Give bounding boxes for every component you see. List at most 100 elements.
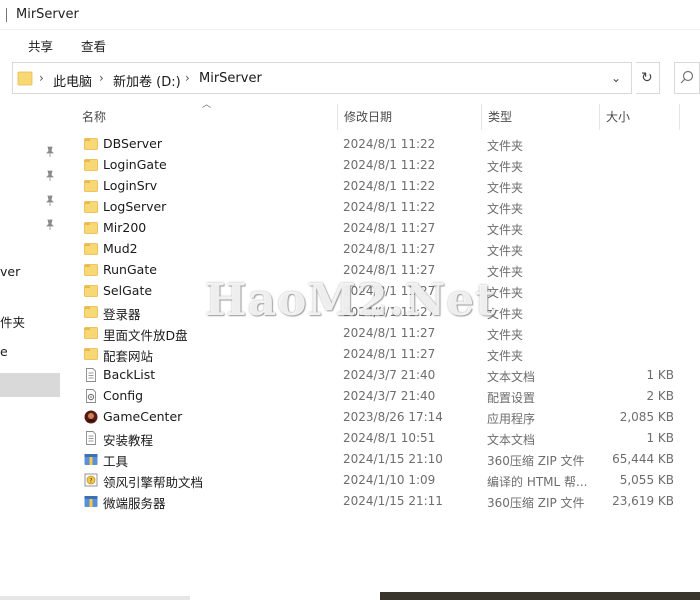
column-header-size[interactable]: 大小 [600,104,680,128]
file-size: 2,085 KB [619,410,674,424]
file-type: 文本文档 [487,433,536,447]
table-row[interactable]: 工具 2024/1/15 21:10 360压缩 ZIP 文件 65,444 KB [76,449,700,470]
file-type: 文件夹 [487,328,524,342]
tab-share[interactable]: 共享 [28,36,53,55]
search-input[interactable] [674,62,700,94]
table-row[interactable]: 配套网站 2024/8/1 11:27 文件夹 [76,344,700,365]
modified-date: 2024/3/7 21:40 [343,389,436,403]
table-row[interactable]: DBServer 2024/8/1 11:22 文件夹 [76,134,700,155]
file-name: DBServer [103,136,162,151]
nav-selected-item[interactable] [0,373,60,397]
column-header-name[interactable]: 名称 [76,104,338,128]
folder-icon [84,264,98,276]
file-type: 文件夹 [487,349,524,363]
folder-icon [84,243,98,255]
title-separator [6,8,7,22]
table-row[interactable]: LogServer 2024/8/1 11:22 文件夹 [76,197,700,218]
title-bar: MirServer [0,0,700,30]
watermark: HaoM2.Net [205,275,497,326]
file-name: Mir200 [103,220,147,235]
file-size: 1 KB [646,431,674,445]
column-header-date[interactable]: 修改日期 [338,104,482,128]
file-name: RunGate [103,262,157,277]
file-type: 编译的 HTML 帮... [487,475,588,489]
modified-date: 2024/8/1 11:27 [343,242,436,256]
modified-date: 2024/1/15 21:11 [343,494,443,508]
table-row[interactable]: BackList 2024/3/7 21:40 文本文档 1 KB [76,365,700,386]
table-row[interactable]: 安装教程 2024/8/1 10:51 文本文档 1 KB [76,428,700,449]
table-row[interactable]: Config 2024/3/7 21:40 配置设置 2 KB [76,386,700,407]
pin-icon[interactable] [44,170,56,182]
table-row[interactable]: Mud2 2024/8/1 11:27 文件夹 [76,239,700,260]
pin-icon[interactable] [44,146,56,158]
modified-date: 2024/8/1 11:22 [343,200,436,214]
chm-icon: ? [84,473,98,487]
file-size: 2 KB [646,389,674,403]
nav-item-fragment[interactable]: 件夹 [0,312,25,331]
folder-icon [84,327,98,339]
column-divider[interactable] [679,104,680,130]
chevron-right-icon: › [99,71,104,85]
modified-date: 2024/1/10 1:09 [343,473,436,487]
folder-icon [84,180,98,192]
file-name: 领风引擎帮助文档 [103,475,204,490]
modified-date: 2024/8/1 11:22 [343,137,436,151]
folder-icon [84,138,98,150]
file-name: GameCenter [103,409,183,424]
pin-icon[interactable] [44,195,56,207]
modified-date: 2024/8/1 11:27 [343,347,436,361]
file-size: 65,444 KB [612,452,674,466]
modified-date: 2023/8/26 17:14 [343,410,443,424]
folder-icon [84,201,98,213]
table-row[interactable]: GameCenter 2023/8/26 17:14 应用程序 2,085 KB [76,407,700,428]
nav-item-fragment[interactable]: ver [0,264,20,279]
file-type: 应用程序 [487,412,536,426]
file-name: 工具 [103,454,129,469]
text-file-icon [86,431,96,445]
ribbon: 共享 查看 [0,30,700,58]
file-type: 文件夹 [487,181,524,195]
breadcrumb-this-pc[interactable]: 此电脑 [53,71,92,90]
refresh-icon: ↻ [641,70,653,86]
chevron-right-icon: › [39,71,44,85]
modified-date: 2024/8/1 11:27 [343,326,436,340]
file-name: 登录器 [103,307,141,322]
address-bar[interactable]: › 此电脑 › 新加卷 (D:) › MirServer ⌄ [12,62,632,94]
file-type: 文件夹 [487,244,524,258]
file-name: LoginGate [103,157,167,172]
file-type: 配置设置 [487,391,536,405]
file-type: 文件夹 [487,202,524,216]
zip-icon [84,496,98,507]
modified-date: 2024/3/7 21:40 [343,368,436,382]
table-row[interactable]: ? 领风引擎帮助文档 2024/1/10 1:09 编译的 HTML 帮... 5,05… [76,470,700,491]
table-row[interactable]: 里面文件放D盘 2024/8/1 11:27 文件夹 [76,323,700,344]
address-row: › 此电脑 › 新加卷 (D:) › MirServer ⌄ ↻ [0,58,700,98]
modified-date: 2024/8/1 11:27 [343,221,436,235]
file-name: LogServer [103,199,167,214]
table-row[interactable]: 微端服务器 2024/1/15 21:11 360压缩 ZIP 文件 23,619 K… [76,491,700,512]
svg-text:?: ? [89,477,92,484]
breadcrumb-mirserver[interactable]: MirServer [199,71,262,86]
table-row[interactable]: LoginGate 2024/8/1 11:22 文件夹 [76,155,700,176]
file-type: 360压缩 ZIP 文件 [487,496,585,510]
file-name: Mud2 [103,241,138,256]
column-header-type[interactable]: 类型 [482,104,600,128]
file-name: 安装教程 [103,433,154,448]
nav-item-fragment[interactable]: e [0,344,8,359]
breadcrumb-drive-d[interactable]: 新加卷 (D:) [113,71,181,90]
tab-view[interactable]: 查看 [81,36,106,55]
folder-icon [17,71,33,86]
file-name: LoginSrv [103,178,158,193]
modified-date: 2024/8/1 11:22 [343,179,436,193]
chevron-down-icon[interactable]: ⌄ [611,71,621,85]
pin-icon[interactable] [44,219,56,231]
background-edge [380,592,700,600]
table-row[interactable]: Mir200 2024/8/1 11:27 文件夹 [76,218,700,239]
file-type: 360压缩 ZIP 文件 [487,454,585,468]
modified-date: 2024/1/15 21:10 [343,452,443,466]
refresh-button[interactable]: ↻ [636,62,660,94]
window-edge [0,596,190,600]
file-size: 5,055 KB [619,473,674,487]
table-row[interactable]: LoginSrv 2024/8/1 11:22 文件夹 [76,176,700,197]
folder-icon [84,306,98,318]
